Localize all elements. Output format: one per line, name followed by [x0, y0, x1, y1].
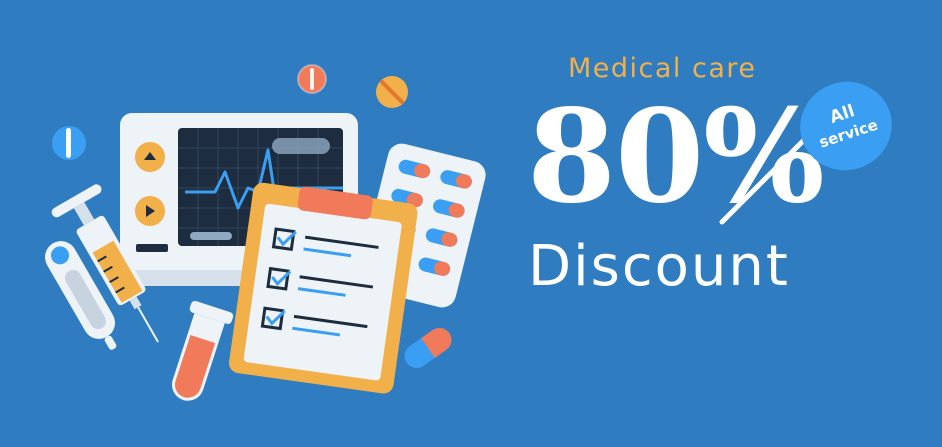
slash-line	[719, 115, 829, 225]
promo-banner: Medical care 80% All service Discount	[0, 0, 942, 447]
discount-headline: Discount	[528, 234, 790, 299]
